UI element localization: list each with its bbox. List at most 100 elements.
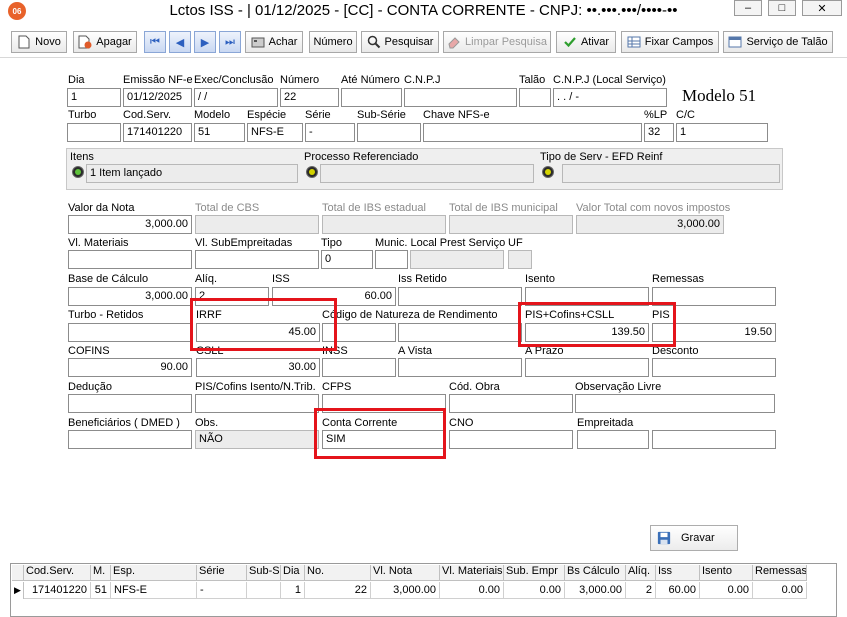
table-cell-dia[interactable]: 1 [281,582,305,599]
table-cell-m[interactable]: 51 [91,582,111,599]
a-vista-field[interactable] [398,358,522,377]
talao-field[interactable] [519,88,551,107]
chave-field[interactable] [423,123,642,142]
cofins-field[interactable]: 90.00 [68,358,192,377]
modelo-field[interactable]: 51 [194,123,245,142]
tipo-serv-status-icon[interactable] [542,166,554,178]
maximize-button[interactable]: □ [768,0,796,16]
empreitada-value-field[interactable] [652,430,776,449]
tipo-field[interactable]: 0 [321,250,373,269]
emissao-field[interactable]: 01/12/2025 [123,88,192,107]
valor-nota-field[interactable]: 3,000.00 [68,215,192,234]
cod-serv-field[interactable]: 171401220 [123,123,192,142]
remessas-field[interactable] [652,287,776,306]
col-header-sub-empr[interactable]: Sub. Empr [504,565,565,581]
table-cell-serie[interactable]: - [197,582,247,599]
apagar-button[interactable]: Apagar [73,31,137,53]
turbo-field[interactable] [67,123,121,142]
col-header-aliq[interactable]: Alíq. [626,565,656,581]
numero-field[interactable]: 22 [280,88,339,107]
sub-serie-field[interactable] [357,123,421,142]
close-button[interactable]: ✕ [802,0,842,16]
col-header-vl-materiais[interactable]: Vl. Materiais [440,565,504,581]
cnpj-field[interactable] [404,88,517,107]
table-cell-bs-calculo[interactable]: 3,000.00 [565,582,626,599]
observacao-livre-field[interactable] [575,394,775,413]
prev-record-button[interactable]: ◀ [169,31,191,53]
pesquisar-button[interactable]: Pesquisar [361,31,439,53]
tipo-serv-field[interactable] [562,164,780,183]
ate-numero-field[interactable] [341,88,402,107]
col-header-isento[interactable]: Isento [700,565,753,581]
irrf-field[interactable]: 45.00 [196,323,320,342]
table-cell-cod-serv[interactable]: 171401220 [24,582,91,599]
plp-field[interactable]: 32 [644,123,674,142]
desconto-field[interactable] [652,358,776,377]
next-record-button[interactable]: ▶ [194,31,216,53]
table-cell-no[interactable]: 22 [305,582,371,599]
iss-retido-field[interactable] [398,287,522,306]
pis-cofins-isento-field[interactable] [195,394,319,413]
col-header-m[interactable]: M. [91,565,111,581]
fixar-campos-button[interactable]: Fixar Campos [621,31,719,53]
inss-field[interactable] [322,358,396,377]
cc-field[interactable]: 1 [676,123,768,142]
uf-field[interactable] [508,250,532,269]
col-header-esp[interactable]: Esp. [111,565,197,581]
pis-cofins-csll-field[interactable]: 139.50 [525,323,649,342]
cnpj-local-field[interactable]: . . / - [553,88,667,107]
table-cell-sub-empr[interactable]: 0.00 [504,582,565,599]
serie-field[interactable]: - [305,123,355,142]
cod-natureza-desc-field[interactable] [398,323,522,342]
table-cell-vl-nota[interactable]: 3,000.00 [371,582,440,599]
vl-materiais-field[interactable] [68,250,192,269]
table-cell-remessas[interactable]: 0.00 [753,582,807,599]
table-cell-iss[interactable]: 60.00 [656,582,700,599]
munic-name-field[interactable] [410,250,504,269]
numero-button[interactable]: Número [309,31,357,53]
col-header-serie[interactable]: Série [197,565,247,581]
table-cell-sub-s[interactable] [247,582,281,599]
dia-field[interactable]: 1 [67,88,121,107]
col-header-iss[interactable]: Iss [656,565,700,581]
aliq-field[interactable]: 2 [195,287,269,306]
cbs-field[interactable] [195,215,319,234]
processo-status-icon[interactable] [306,166,318,178]
achar-button[interactable]: Achar [245,31,303,53]
turbo-retidos-field[interactable] [68,323,192,342]
exec-field[interactable]: / / [194,88,278,107]
col-header-bs-calculo[interactable]: Bs Cálculo [565,565,626,581]
novo-button[interactable]: Novo [11,31,67,53]
itens-status-icon[interactable] [72,166,84,178]
table-cell-isento[interactable]: 0.00 [700,582,753,599]
pis-field[interactable]: 19.50 [652,323,776,342]
ibs-estadual-field[interactable] [322,215,446,234]
ativar-button[interactable]: Ativar [556,31,616,53]
col-header-vl-nota[interactable]: Vl. Nota [371,565,440,581]
col-header-sub-s[interactable]: Sub-S [247,565,281,581]
itens-field[interactable]: 1 Item lançado [86,164,298,183]
col-header-no[interactable]: No. [305,565,371,581]
iss-field[interactable]: 60.00 [272,287,396,306]
first-record-button[interactable]: ⏮ [144,31,166,53]
obs-field[interactable]: NÃO [195,430,319,449]
limpar-pesquisa-button[interactable]: Limpar Pesquisa [443,31,551,53]
cod-obra-field[interactable] [449,394,573,413]
total-novos-impostos-field[interactable]: 3,000.00 [576,215,724,234]
table-cell-vl-materiais[interactable]: 0.00 [440,582,504,599]
table-cell-esp[interactable]: NFS-E [111,582,197,599]
vl-subempreitadas-field[interactable] [195,250,319,269]
processo-field[interactable] [320,164,534,183]
beneficiarios-field[interactable] [68,430,192,449]
cno-field[interactable] [449,430,573,449]
last-record-button[interactable]: ⏭ [219,31,241,53]
cfps-field[interactable] [322,394,446,413]
deducao-field[interactable] [68,394,192,413]
conta-corrente-field[interactable]: SIM [322,430,446,449]
empreitada-field[interactable] [577,430,649,449]
isento-field[interactable] [525,287,649,306]
ibs-municipal-field[interactable] [449,215,573,234]
cod-natureza-field[interactable] [322,323,396,342]
col-header-dia[interactable]: Dia [281,565,305,581]
base-calculo-field[interactable]: 3,000.00 [68,287,192,306]
